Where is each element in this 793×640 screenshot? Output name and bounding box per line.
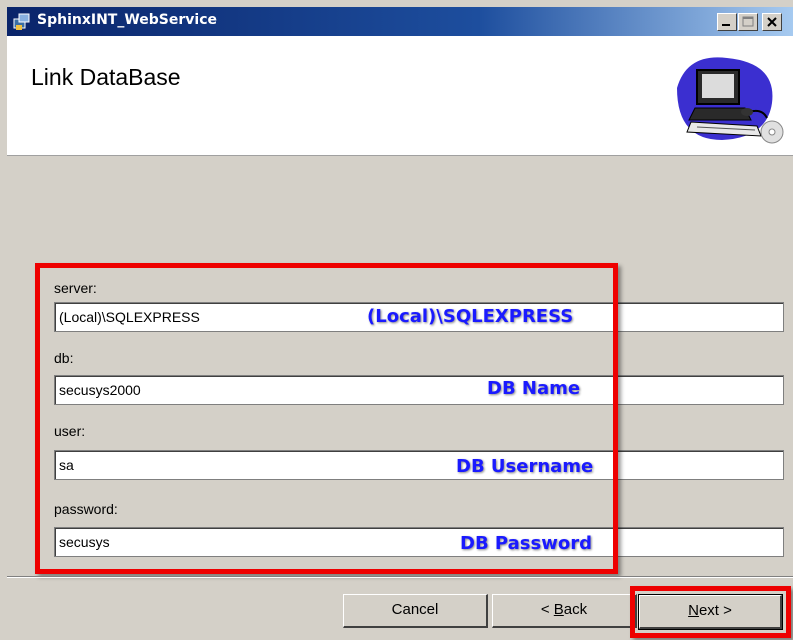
installer-icon (13, 13, 30, 30)
computer-cd-clipart (677, 57, 784, 144)
minimize-button[interactable] (717, 13, 737, 31)
maximize-icon (742, 16, 754, 27)
cancel-button[interactable]: Cancel (343, 594, 488, 628)
back-button[interactable]: < Back (492, 594, 637, 628)
annotation-highlight-next (630, 586, 791, 638)
footer-separator (7, 576, 793, 578)
installer-dialog: SphinxINT_WebService Link DataBase serve… (0, 0, 793, 640)
cancel-label: Cancel (391, 601, 439, 618)
back-label: < Back (540, 601, 588, 618)
window-title: SphinxINT_WebService (37, 12, 218, 28)
page-title: Link DataBase (31, 64, 181, 90)
maximize-button[interactable] (738, 13, 758, 31)
close-button[interactable] (762, 13, 782, 31)
title-bar[interactable]: SphinxINT_WebService (7, 7, 793, 36)
wizard-header: Link DataBase (7, 36, 793, 156)
minimize-icon (722, 24, 730, 26)
close-icon (767, 17, 777, 27)
annotation-highlight-fields (35, 263, 618, 574)
